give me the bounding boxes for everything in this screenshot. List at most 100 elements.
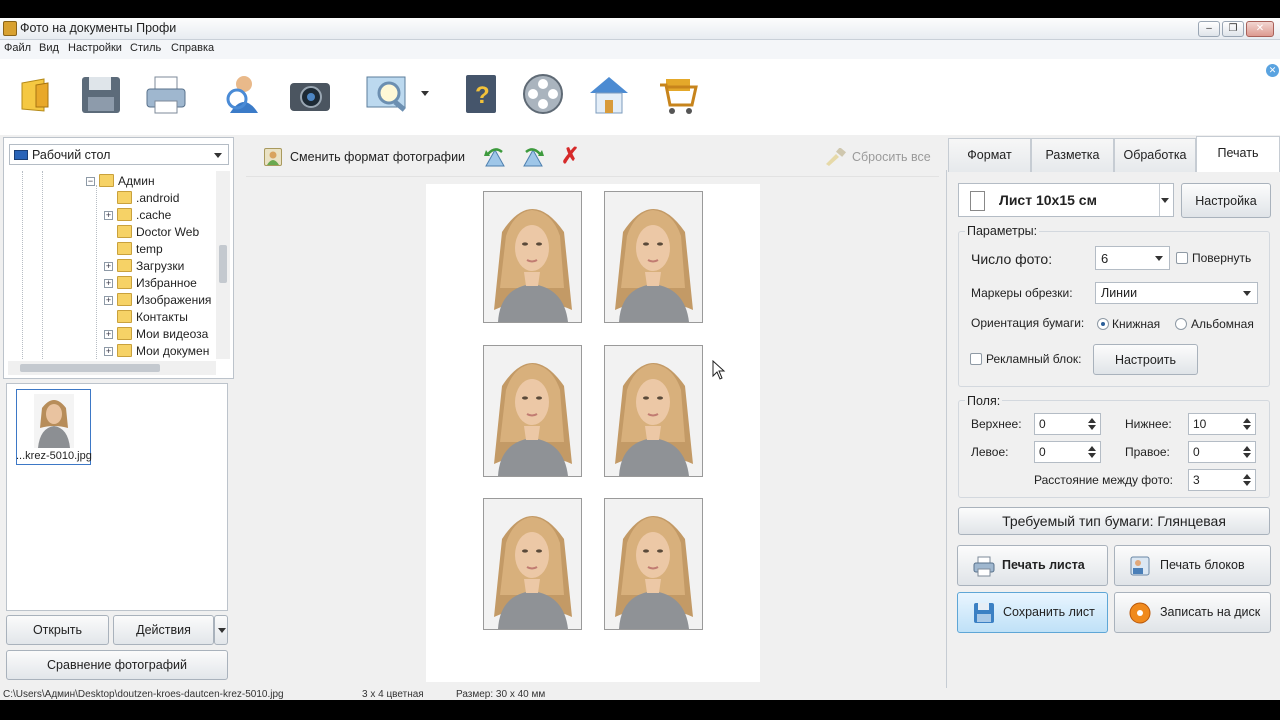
tab-print[interactable]: Печать (1196, 136, 1280, 172)
menu-view[interactable]: Вид (39, 42, 59, 54)
close-button[interactable]: ✕ (1246, 21, 1274, 37)
tab-layout[interactable]: Разметка (1031, 138, 1114, 172)
spin-up-icon[interactable] (1243, 474, 1251, 479)
open-button[interactable]: Открыть (6, 615, 109, 645)
shopping-cart-icon[interactable] (654, 71, 700, 117)
thumbnail-caption: ...krez-5010.jpg (16, 450, 92, 462)
top-margin-spinner[interactable]: 0 (1034, 413, 1101, 435)
spin-down-icon[interactable] (1088, 425, 1096, 430)
tree-item[interactable]: + Избранное (8, 275, 216, 292)
save-disk-icon[interactable] (78, 71, 124, 117)
tree-item[interactable]: + Загрузки (8, 258, 216, 275)
passport-photo[interactable] (483, 498, 582, 630)
spin-down-icon[interactable] (1243, 481, 1251, 486)
ad-block-checkbox[interactable] (970, 353, 982, 365)
status-format: 3 x 4 цветная (362, 689, 424, 700)
collapse-icon[interactable]: − (86, 177, 95, 186)
film-reel-icon[interactable] (520, 71, 566, 117)
spacing-spinner[interactable]: 3 (1188, 469, 1256, 491)
home-icon[interactable] (586, 71, 632, 117)
rotate-right-icon[interactable] (521, 146, 545, 171)
passport-photo[interactable] (604, 498, 703, 630)
expand-icon[interactable]: + (104, 262, 113, 271)
menu-bar: Файл Вид Настройки Стиль Справка (0, 40, 1280, 59)
open-folder-icon[interactable] (14, 71, 60, 117)
status-size: Размер: 30 x 40 мм (456, 689, 546, 700)
close-panel-icon[interactable]: ✕ (1266, 64, 1279, 77)
menu-file[interactable]: Файл (4, 42, 31, 54)
photo-count-combo[interactable]: 6 (1095, 246, 1170, 270)
crop-marks-combo[interactable]: Линии (1095, 282, 1258, 304)
tree-item[interactable]: Doctor Web (8, 224, 216, 241)
tree-item[interactable]: + .cache (8, 207, 216, 224)
configure-button[interactable]: Настроить (1093, 344, 1198, 375)
tab-format[interactable]: Формат (948, 138, 1031, 172)
person-search-icon[interactable] (220, 71, 266, 117)
actions-dropdown-button[interactable] (214, 615, 228, 645)
change-format-button[interactable]: Сменить формат фотографии (290, 150, 465, 164)
burn-disc-button[interactable]: Записать на диск (1114, 592, 1271, 633)
bottom-margin-spinner[interactable]: 10 (1188, 413, 1256, 435)
spin-up-icon[interactable] (1243, 418, 1251, 423)
expand-icon[interactable]: + (104, 279, 113, 288)
tree-item[interactable]: + Мои докумен (8, 343, 216, 359)
maximize-button[interactable]: ❐ (1222, 21, 1244, 37)
portrait-radio[interactable] (1097, 318, 1109, 330)
menu-help[interactable]: Справка (171, 42, 214, 54)
expand-icon[interactable]: + (104, 330, 113, 339)
left-margin-value: 0 (1039, 445, 1046, 459)
camera-icon[interactable] (287, 71, 333, 117)
rotate-checkbox[interactable] (1176, 252, 1188, 264)
reset-all-button[interactable]: Сбросить все (852, 150, 931, 164)
tree-item[interactable]: Контакты (8, 309, 216, 326)
tree-item[interactable]: + Мои видеоза (8, 326, 216, 343)
landscape-radio[interactable] (1175, 318, 1187, 330)
tab-processing[interactable]: Обработка (1114, 138, 1196, 172)
delete-icon[interactable]: ✗ (561, 145, 583, 168)
location-combo[interactable]: Рабочий стол (9, 144, 229, 165)
photo-zoom-icon[interactable] (365, 71, 411, 117)
tree-hscrollbar[interactable] (8, 361, 216, 375)
tree-vscroll-thumb[interactable] (219, 245, 227, 283)
tree-item[interactable]: − Админ (8, 173, 216, 190)
left-margin-spinner[interactable]: 0 (1034, 441, 1101, 463)
folder-icon (117, 208, 132, 221)
minimize-button[interactable]: – (1198, 21, 1220, 37)
compare-photos-button[interactable]: Сравнение фотографий (6, 650, 228, 680)
tree-hscroll-thumb[interactable] (20, 364, 160, 372)
spin-up-icon[interactable] (1243, 446, 1251, 451)
paper-type-bar: Требуемый тип бумаги: Глянцевая (958, 507, 1270, 535)
chevron-down-icon[interactable] (421, 91, 429, 96)
passport-photo[interactable] (604, 191, 703, 323)
woman-portrait-icon (605, 499, 702, 629)
save-sheet-button[interactable]: Сохранить лист (957, 592, 1108, 633)
expand-icon[interactable]: + (104, 296, 113, 305)
spin-up-icon[interactable] (1088, 446, 1096, 451)
print-sheet-button[interactable]: Печать листа (957, 545, 1108, 586)
print-blocks-button[interactable]: Печать блоков (1114, 545, 1271, 586)
spin-down-icon[interactable] (1243, 453, 1251, 458)
spin-down-icon[interactable] (1243, 425, 1251, 430)
sheet-size-combo[interactable]: Лист 10x15 см (958, 183, 1174, 217)
menu-settings[interactable]: Настройки (68, 42, 122, 54)
spin-down-icon[interactable] (1088, 453, 1096, 458)
tree-item[interactable]: temp (8, 241, 216, 258)
brush-icon[interactable] (824, 147, 846, 166)
expand-icon[interactable]: + (104, 211, 113, 220)
right-margin-spinner[interactable]: 0 (1188, 441, 1256, 463)
change-format-icon[interactable] (264, 148, 282, 166)
menu-style[interactable]: Стиль (130, 42, 161, 54)
rotate-left-icon[interactable] (483, 146, 507, 171)
tree-item[interactable]: .android (8, 190, 216, 207)
passport-photo[interactable] (604, 345, 703, 477)
passport-photo[interactable] (483, 191, 582, 323)
tree-item[interactable]: + Изображения (8, 292, 216, 309)
tree-vscrollbar[interactable] (216, 171, 230, 359)
expand-icon[interactable]: + (104, 347, 113, 356)
setup-button[interactable]: Настройка (1181, 183, 1271, 218)
actions-button[interactable]: Действия (113, 615, 214, 645)
printer-icon[interactable] (143, 71, 189, 117)
spin-up-icon[interactable] (1088, 418, 1096, 423)
passport-photo[interactable] (483, 345, 582, 477)
book-help-icon[interactable]: ? (458, 71, 504, 117)
